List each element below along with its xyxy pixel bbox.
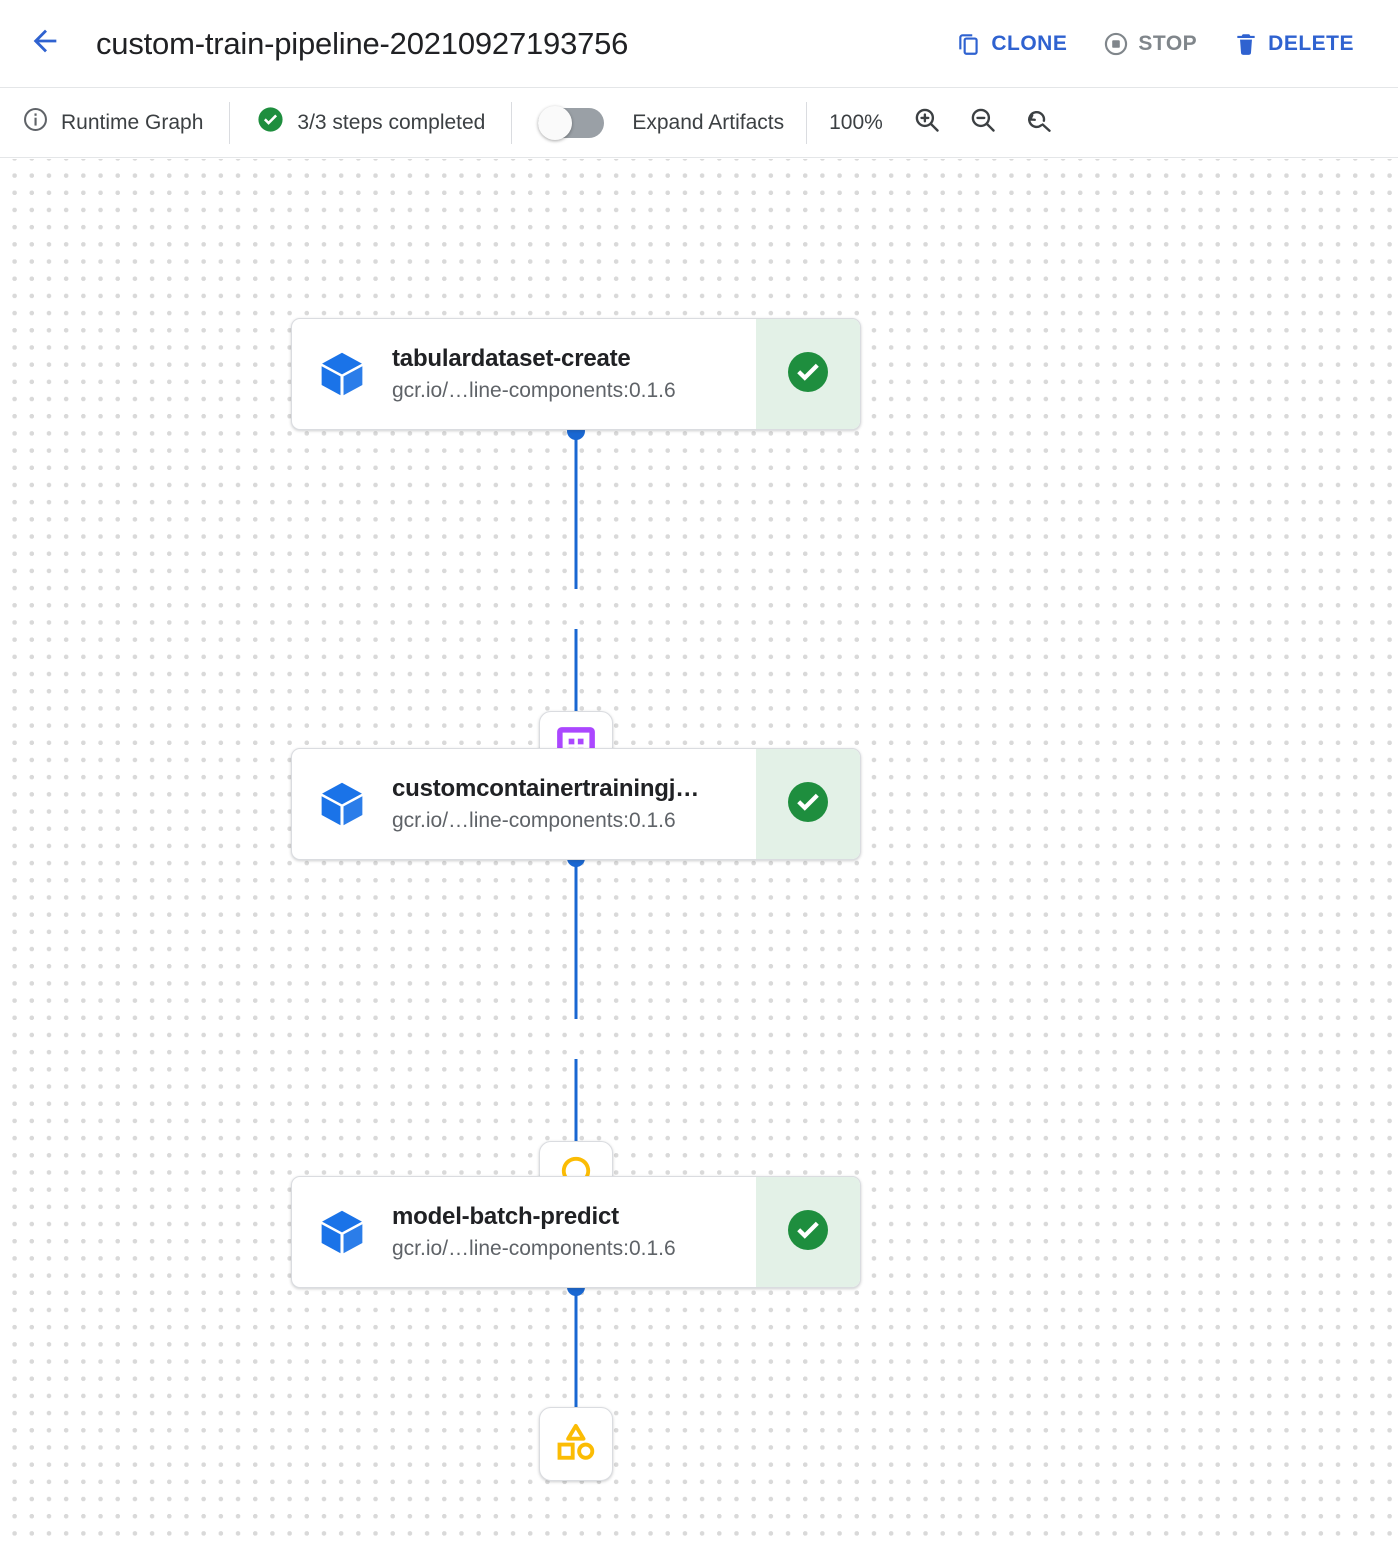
zoom-in-button[interactable] <box>905 101 949 145</box>
expand-artifacts-label: Expand Artifacts <box>632 111 784 135</box>
cube-icon <box>314 1204 370 1260</box>
cube-icon <box>314 346 370 402</box>
delete-button-label: DELETE <box>1268 32 1354 56</box>
graph-toolbar: Runtime Graph 3/3 steps completed Expand… <box>0 88 1398 158</box>
toggle-knob <box>538 106 572 140</box>
check-circle-icon <box>784 1206 832 1259</box>
runtime-graph-label-group: Runtime Graph <box>22 106 229 139</box>
node-status-panel <box>756 319 860 429</box>
node-subtitle: gcr.io/…line-components:0.1.6 <box>392 378 676 403</box>
node-text-group: tabulardataset-create gcr.io/…line-compo… <box>392 345 676 403</box>
page-header: custom-train-pipeline-20210927193756 CLO… <box>0 0 1398 88</box>
back-button[interactable] <box>22 21 68 67</box>
clone-button-label: CLONE <box>991 32 1067 56</box>
stop-icon <box>1103 31 1129 57</box>
info-icon <box>22 106 49 139</box>
expand-artifacts-group: Expand Artifacts <box>512 108 806 138</box>
check-circle-icon <box>256 105 285 140</box>
check-circle-icon <box>784 348 832 401</box>
zoom-reset-icon <box>1024 105 1054 140</box>
pipeline-node-model-batch-predict[interactable]: model-batch-predict gcr.io/…line-compone… <box>291 1176 861 1288</box>
check-circle-icon <box>784 778 832 831</box>
node-subtitle: gcr.io/…line-components:0.1.6 <box>392 1236 676 1261</box>
zoom-reset-button[interactable] <box>1017 101 1061 145</box>
arrow-back-icon <box>28 24 62 63</box>
cube-icon <box>314 776 370 832</box>
clone-button[interactable]: CLONE <box>938 21 1085 67</box>
header-actions: CLONE STOP DELETE <box>938 21 1372 67</box>
node-text-group: model-batch-predict gcr.io/…line-compone… <box>392 1203 676 1261</box>
delete-icon <box>1233 31 1259 57</box>
runtime-graph-label: Runtime Graph <box>61 111 203 135</box>
delete-button[interactable]: DELETE <box>1215 21 1372 67</box>
zoom-out-button[interactable] <box>961 101 1005 145</box>
pipeline-node-customcontainertrainingjob[interactable]: customcontainertrainingj… gcr.io/…line-c… <box>291 748 861 860</box>
pipeline-node-tabulardataset-create[interactable]: tabulardataset-create gcr.io/…line-compo… <box>291 318 861 430</box>
node-text-group: customcontainertrainingj… gcr.io/…line-c… <box>392 775 699 833</box>
pipeline-graph-canvas[interactable]: tabulardataset-create gcr.io/…line-compo… <box>0 159 1398 1544</box>
node-subtitle: gcr.io/…line-components:0.1.6 <box>392 808 699 833</box>
steps-status-label: 3/3 steps completed <box>297 111 485 135</box>
node-status-panel <box>756 1177 860 1287</box>
node-title: model-batch-predict <box>392 1203 676 1232</box>
steps-status-group: 3/3 steps completed <box>230 105 511 140</box>
node-title: tabulardataset-create <box>392 345 676 374</box>
shapes-icon <box>554 1420 598 1469</box>
zoom-out-icon <box>968 105 998 140</box>
stop-button[interactable]: STOP <box>1085 21 1215 67</box>
zoom-in-icon <box>912 105 942 140</box>
node-status-panel <box>756 749 860 859</box>
node-body: customcontainertrainingj… gcr.io/…line-c… <box>292 749 756 859</box>
node-body: tabulardataset-create gcr.io/…line-compo… <box>292 319 756 429</box>
clone-icon <box>956 31 982 57</box>
stop-button-label: STOP <box>1138 32 1197 56</box>
expand-artifacts-toggle[interactable] <box>538 108 604 138</box>
node-title: customcontainertrainingj… <box>392 775 699 804</box>
zoom-level-display: 100% <box>807 111 905 135</box>
artifact-node-batch-prediction[interactable] <box>539 1407 613 1481</box>
node-body: model-batch-predict gcr.io/…line-compone… <box>292 1177 756 1287</box>
page-title: custom-train-pipeline-20210927193756 <box>96 26 628 62</box>
